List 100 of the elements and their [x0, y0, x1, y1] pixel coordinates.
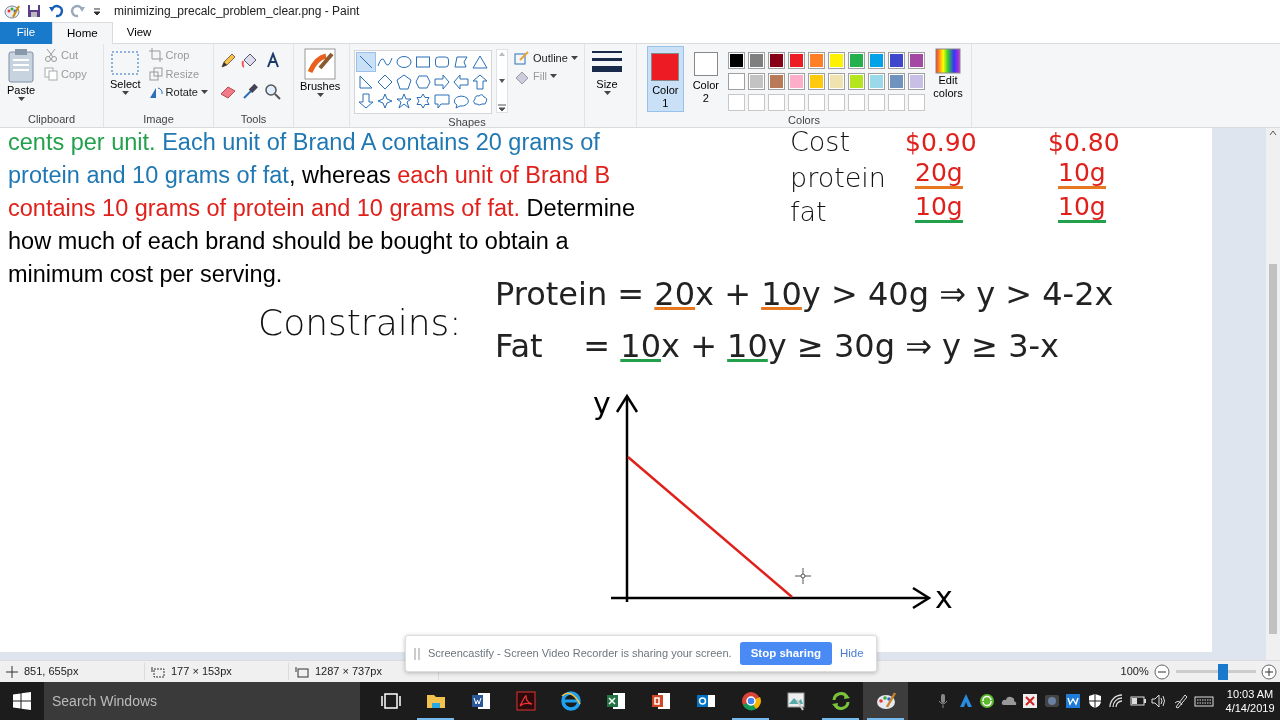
pentagon-shape-button[interactable] — [395, 72, 413, 91]
ribbon-tab[interactable]: View — [112, 22, 166, 44]
oval-shape-button[interactable] — [395, 53, 413, 71]
empty-swatch[interactable] — [788, 94, 805, 112]
sync-arrows-icon[interactable] — [979, 693, 996, 709]
slider-thumb[interactable] — [1217, 663, 1228, 680]
palette-swatch[interactable] — [808, 52, 825, 69]
hide-link[interactable]: Hide — [839, 644, 864, 663]
scroll-thumb[interactable] — [1269, 264, 1277, 634]
palette-swatch[interactable] — [828, 73, 845, 91]
close-box-icon[interactable] — [1022, 693, 1039, 709]
notification-message: Screencastify - Screen Video Recorder is sharing your screen. — [428, 646, 732, 662]
palette-swatch[interactable] — [848, 73, 865, 91]
palette-swatch[interactable] — [868, 73, 885, 91]
webcam-icon[interactable] — [1043, 693, 1060, 709]
expand-gallery-icon[interactable] — [497, 103, 507, 112]
six-point-star-shape-button[interactable] — [414, 92, 432, 111]
diamond-shape-button[interactable] — [376, 72, 394, 91]
palette-swatch[interactable] — [808, 73, 825, 91]
palette-swatch[interactable] — [908, 52, 925, 69]
palette-swatch[interactable] — [788, 73, 805, 91]
color-2-button[interactable]: Color 2 — [687, 46, 724, 113]
keyboard-icon[interactable] — [1194, 693, 1215, 709]
rotate-button[interactable]: Rotate — [146, 83, 210, 102]
edit-colors-button[interactable]: Edit colors — [929, 46, 967, 113]
pencil-tool[interactable] — [218, 51, 236, 70]
rectangular-callout-shape-button[interactable] — [433, 92, 451, 111]
palette-swatch[interactable] — [748, 52, 765, 69]
w-logo-icon[interactable] — [1065, 693, 1082, 709]
down-arrow-shape-button[interactable] — [357, 92, 375, 111]
palette-swatch[interactable] — [788, 52, 805, 69]
pdf-icon — [514, 690, 537, 712]
file-menu-tab[interactable]: File — [0, 22, 52, 44]
vertical-scrollbar[interactable] — [1266, 128, 1280, 660]
pen-icon[interactable] — [1172, 693, 1189, 709]
save-icon[interactable] — [26, 3, 42, 19]
redo-icon[interactable] — [70, 3, 86, 19]
outline-button[interactable]: Outline — [512, 48, 580, 68]
rounded-rectangle-shape-button[interactable] — [433, 53, 451, 71]
empty-swatch[interactable] — [848, 94, 865, 112]
taskbar-app-button[interactable] — [863, 682, 908, 720]
hexagon-shape-button[interactable] — [414, 72, 432, 91]
pentagon-icon — [396, 73, 412, 90]
line-icon — [358, 54, 374, 70]
drag-handle-icon[interactable] — [414, 646, 420, 661]
speaker-icon[interactable] — [1151, 693, 1168, 709]
palette-swatch[interactable] — [888, 52, 905, 69]
brushes-button[interactable]: Brushes — [298, 46, 343, 111]
empty-swatch[interactable] — [868, 94, 885, 112]
paint-bucket-tool[interactable] — [240, 51, 259, 70]
palette-swatch[interactable] — [908, 73, 925, 91]
shield-icon[interactable] — [1086, 693, 1103, 709]
palette-swatch[interactable] — [868, 52, 885, 69]
four-point-star-shape-button[interactable] — [376, 92, 394, 111]
oval-callout-shape-button[interactable] — [452, 92, 470, 111]
rectangle-shape-button[interactable] — [414, 53, 432, 71]
paint-app-icon[interactable] — [4, 3, 20, 19]
empty-swatch[interactable] — [768, 94, 785, 112]
empty-swatch[interactable] — [828, 94, 845, 112]
line-shape-button[interactable] — [357, 53, 375, 71]
scroll-down-icon[interactable] — [497, 76, 507, 85]
left-arrow-shape-button[interactable] — [452, 72, 470, 91]
battery-icon[interactable] — [1129, 693, 1146, 709]
palette-swatch[interactable] — [728, 73, 745, 91]
ribbon-tab[interactable]: Home — [52, 22, 113, 44]
search-field[interactable]: Search Windows — [44, 682, 360, 720]
palette-swatch[interactable] — [748, 73, 765, 91]
select-button[interactable]: Select — [108, 46, 143, 111]
color-1-button[interactable]: Color 1 — [647, 46, 684, 113]
empty-swatch[interactable] — [808, 94, 825, 112]
palette-swatch[interactable] — [848, 52, 865, 69]
empty-swatch[interactable] — [908, 94, 925, 112]
axis-label: x — [935, 580, 953, 615]
triangle-logo-icon[interactable] — [957, 693, 974, 709]
palette-swatch[interactable] — [728, 52, 745, 69]
up-arrow-shape-button[interactable] — [471, 72, 489, 91]
size-button[interactable]: Size — [589, 46, 625, 111]
polygon-shape-button[interactable] — [452, 53, 470, 71]
empty-swatch[interactable] — [728, 94, 745, 112]
wifi-icon[interactable] — [1108, 693, 1125, 709]
zoom-out-icon[interactable] — [1154, 663, 1171, 680]
selection-icon — [110, 48, 141, 78]
triangle-icon — [472, 54, 488, 70]
zoom-in-icon[interactable] — [1261, 663, 1278, 680]
scroll-up-icon[interactable] — [1268, 128, 1278, 138]
palette-swatch[interactable] — [768, 52, 785, 69]
paste-button[interactable]: Paste — [4, 46, 38, 111]
empty-swatch[interactable] — [888, 94, 905, 112]
image-size: 1287 × 737px — [315, 664, 382, 680]
palette-swatch[interactable] — [888, 73, 905, 91]
magnifier-tool[interactable] — [263, 82, 282, 101]
triangle-shape-button[interactable] — [471, 53, 489, 71]
empty-swatch[interactable] — [748, 94, 765, 112]
palette-swatch[interactable] — [828, 52, 845, 69]
undo-icon[interactable] — [48, 3, 64, 19]
five-point-star-shape-button[interactable] — [395, 92, 413, 111]
paint-palette-icon — [874, 690, 897, 712]
palette-swatch[interactable] — [768, 73, 785, 91]
right-arrow-shape-button[interactable] — [433, 72, 451, 91]
selection-size-icon — [151, 665, 165, 678]
